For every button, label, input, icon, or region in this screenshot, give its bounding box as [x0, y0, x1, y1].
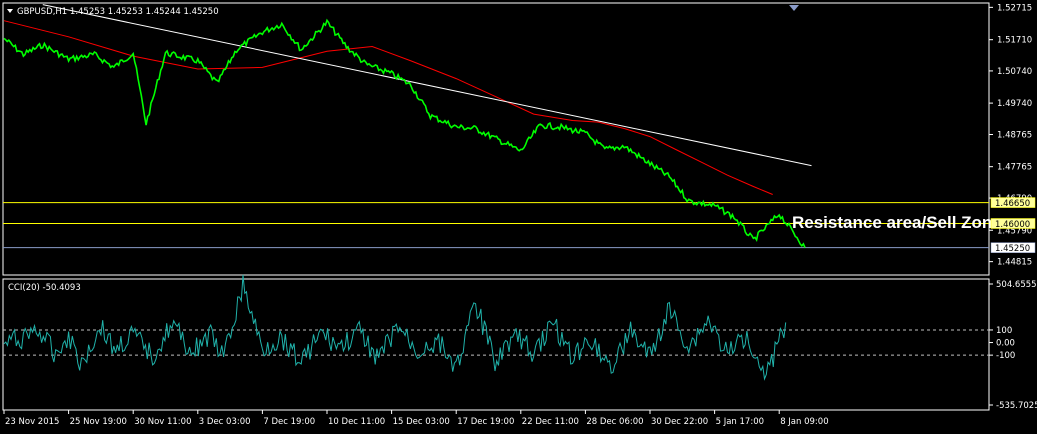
chart-canvas: Resistance area/Sell Zone GBPUSD,H1 1.45…	[0, 0, 1037, 434]
symbol-header: GBPUSD,H1 1.45253 1.45253 1.45244 1.4525…	[17, 7, 219, 17]
cci-tick-label-1: 100	[996, 326, 1012, 336]
cci-tick-label-3: -100	[996, 351, 1015, 361]
time-tick-label-10: 30 Dec 22:00	[651, 417, 708, 427]
cci-tick-label-4: -535.7025	[996, 401, 1037, 411]
price-tag-0: 1.46650	[990, 197, 1036, 209]
price-tags: 1.46650 1.46000 1.45250	[990, 197, 1036, 254]
time-tick-label-0: 23 Nov 2015	[5, 417, 59, 427]
price-tag-label: 1.46000	[995, 220, 1030, 230]
time-tick-label-12: 8 Jan 09:00	[780, 417, 828, 427]
time-tick-label-7: 17 Dec 19:00	[457, 417, 514, 427]
cci-tick-label-0: 504.6555	[996, 280, 1037, 290]
price-tick-label-0: 1.52715	[997, 3, 1032, 13]
price-tick-label-5: 1.47765	[997, 163, 1032, 173]
time-tick-label-5: 10 Dec 11:00	[328, 417, 385, 427]
price-tag-label: 1.45250	[995, 244, 1030, 254]
time-tick-label-4: 7 Dec 19:00	[263, 417, 315, 427]
time-tick-label-11: 5 Jan 17:00	[716, 417, 764, 427]
price-tick-label-8: 1.44815	[997, 258, 1032, 268]
price-tick-label-3: 1.49740	[997, 99, 1032, 109]
time-tick-label-6: 15 Dec 03:00	[393, 417, 450, 427]
price-tag-2: 1.45250	[990, 242, 1036, 254]
time-tick-label-9: 28 Dec 06:00	[586, 417, 643, 427]
price-tick-label-2: 1.50740	[997, 67, 1032, 77]
cci-tick-label-2: 0.00	[996, 339, 1015, 349]
time-tick-label-1: 25 Nov 19:00	[70, 417, 127, 427]
indicator-header: CCI(20) -50.4093	[8, 283, 81, 293]
time-tick-label-2: 30 Nov 11:00	[134, 417, 191, 427]
time-tick-label-3: 3 Dec 03:00	[199, 417, 251, 427]
price-tag-label: 1.46650	[995, 199, 1030, 209]
time-tick-label-8: 22 Dec 11:00	[522, 417, 579, 427]
price-tag-1: 1.46000	[990, 218, 1036, 230]
price-tick-label-4: 1.48765	[997, 130, 1032, 140]
price-tick-label-1: 1.51710	[997, 36, 1032, 46]
annotation-resistance-zone[interactable]: Resistance area/Sell Zone	[792, 213, 1002, 232]
